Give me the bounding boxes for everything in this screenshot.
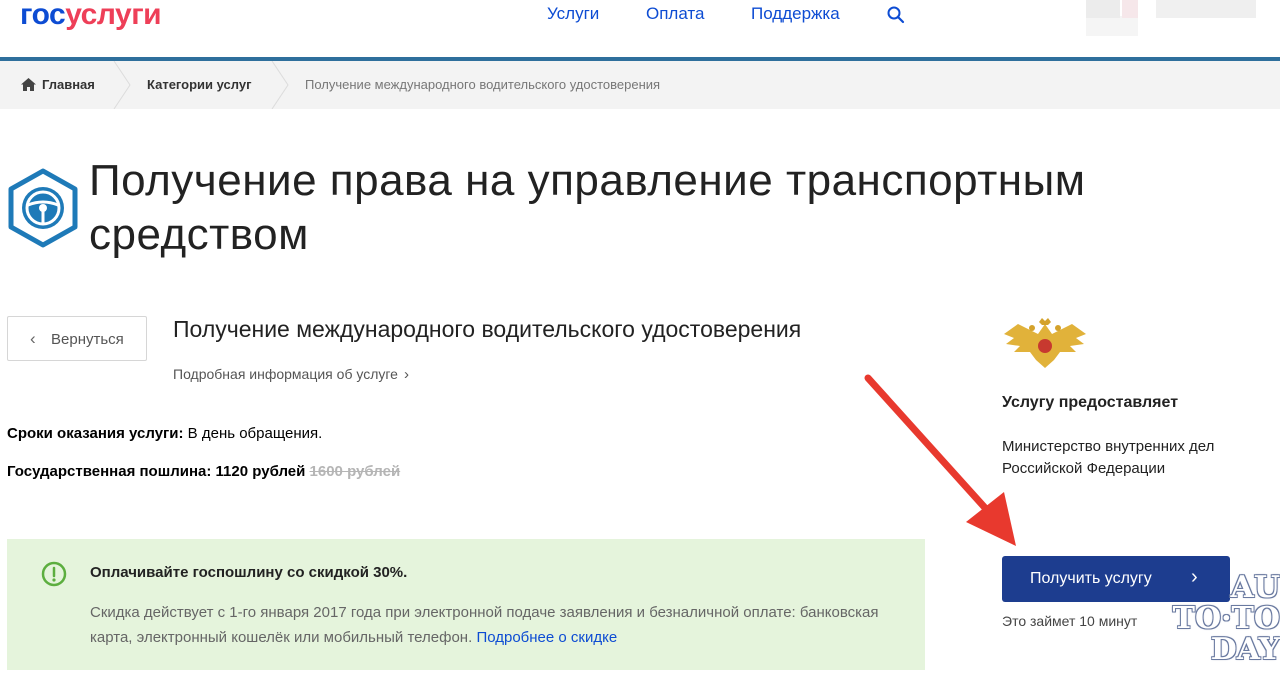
service-fee: Государственная пошлина: 1120 рублей 160… bbox=[7, 463, 400, 480]
gosuslugi-logo[interactable]: госуслуги bbox=[20, 0, 162, 34]
chevron-left-icon: ‹ bbox=[30, 329, 36, 348]
breadcrumb-separator-icon bbox=[113, 61, 131, 109]
discount-text: Скидка действует с 1-го января 2017 года… bbox=[90, 604, 879, 646]
breadcrumb-separator-icon bbox=[271, 61, 289, 109]
fee-value: 1120 рублей bbox=[215, 463, 306, 480]
search-icon[interactable] bbox=[886, 5, 906, 25]
discount-title: Оплачивайте госпошлину со скидкой 30%. bbox=[90, 564, 408, 581]
breadcrumb: Главная Категории услуг Получение междун… bbox=[0, 61, 1280, 109]
page-title: Получение права на управление транспортн… bbox=[89, 156, 1086, 259]
autotoday-watermark: AU TO·TO DAY bbox=[1172, 570, 1280, 667]
nav-services[interactable]: Услуги bbox=[547, 4, 599, 24]
fee-label: Государственная пошлина: bbox=[7, 463, 212, 480]
terms-label: Сроки оказания услуги: bbox=[7, 425, 184, 442]
home-icon[interactable] bbox=[21, 78, 36, 91]
user-avatar-blurred[interactable] bbox=[1086, 0, 1256, 36]
duration-note: Это займет 10 минут bbox=[1002, 613, 1138, 629]
exclamation-circle-icon bbox=[41, 561, 67, 587]
back-button[interactable]: ‹ Вернуться bbox=[7, 316, 147, 361]
discount-banner: Оплачивайте госпошлину со скидкой 30%. С… bbox=[7, 539, 925, 670]
discount-more-link[interactable]: Подробнее о скидке bbox=[476, 629, 617, 646]
fee-old-value: 1600 рублей bbox=[309, 463, 401, 480]
get-service-label: Получить услугу bbox=[1030, 570, 1152, 587]
back-button-label: Вернуться bbox=[51, 331, 124, 348]
more-info-link[interactable]: Подробная информация об услуге › bbox=[173, 366, 409, 383]
steering-wheel-icon bbox=[8, 168, 78, 248]
chevron-right-icon: › bbox=[403, 366, 409, 383]
nav-support[interactable]: Поддержка bbox=[751, 4, 840, 24]
provider-name: Министерство внутренних дел Российской Ф… bbox=[1002, 438, 1215, 477]
red-arrow-annotation bbox=[864, 374, 1016, 546]
service-terms: Сроки оказания услуги: В день обращения. bbox=[7, 425, 322, 442]
breadcrumb-home[interactable]: Главная bbox=[42, 61, 95, 109]
site-header: госуслуги Услуги Оплата Поддержка bbox=[0, 0, 1280, 58]
breadcrumb-categories[interactable]: Категории услуг bbox=[147, 61, 252, 109]
breadcrumb-current: Получение международного водительского у… bbox=[305, 77, 661, 92]
terms-value: В день обращения. bbox=[187, 425, 323, 442]
service-subtitle: Получение международного водительского у… bbox=[173, 316, 802, 342]
double-headed-eagle-emblem bbox=[1004, 318, 1086, 368]
nav-payment[interactable]: Оплата bbox=[646, 4, 704, 24]
more-info-label: Подробная информация об услуге bbox=[173, 366, 398, 382]
